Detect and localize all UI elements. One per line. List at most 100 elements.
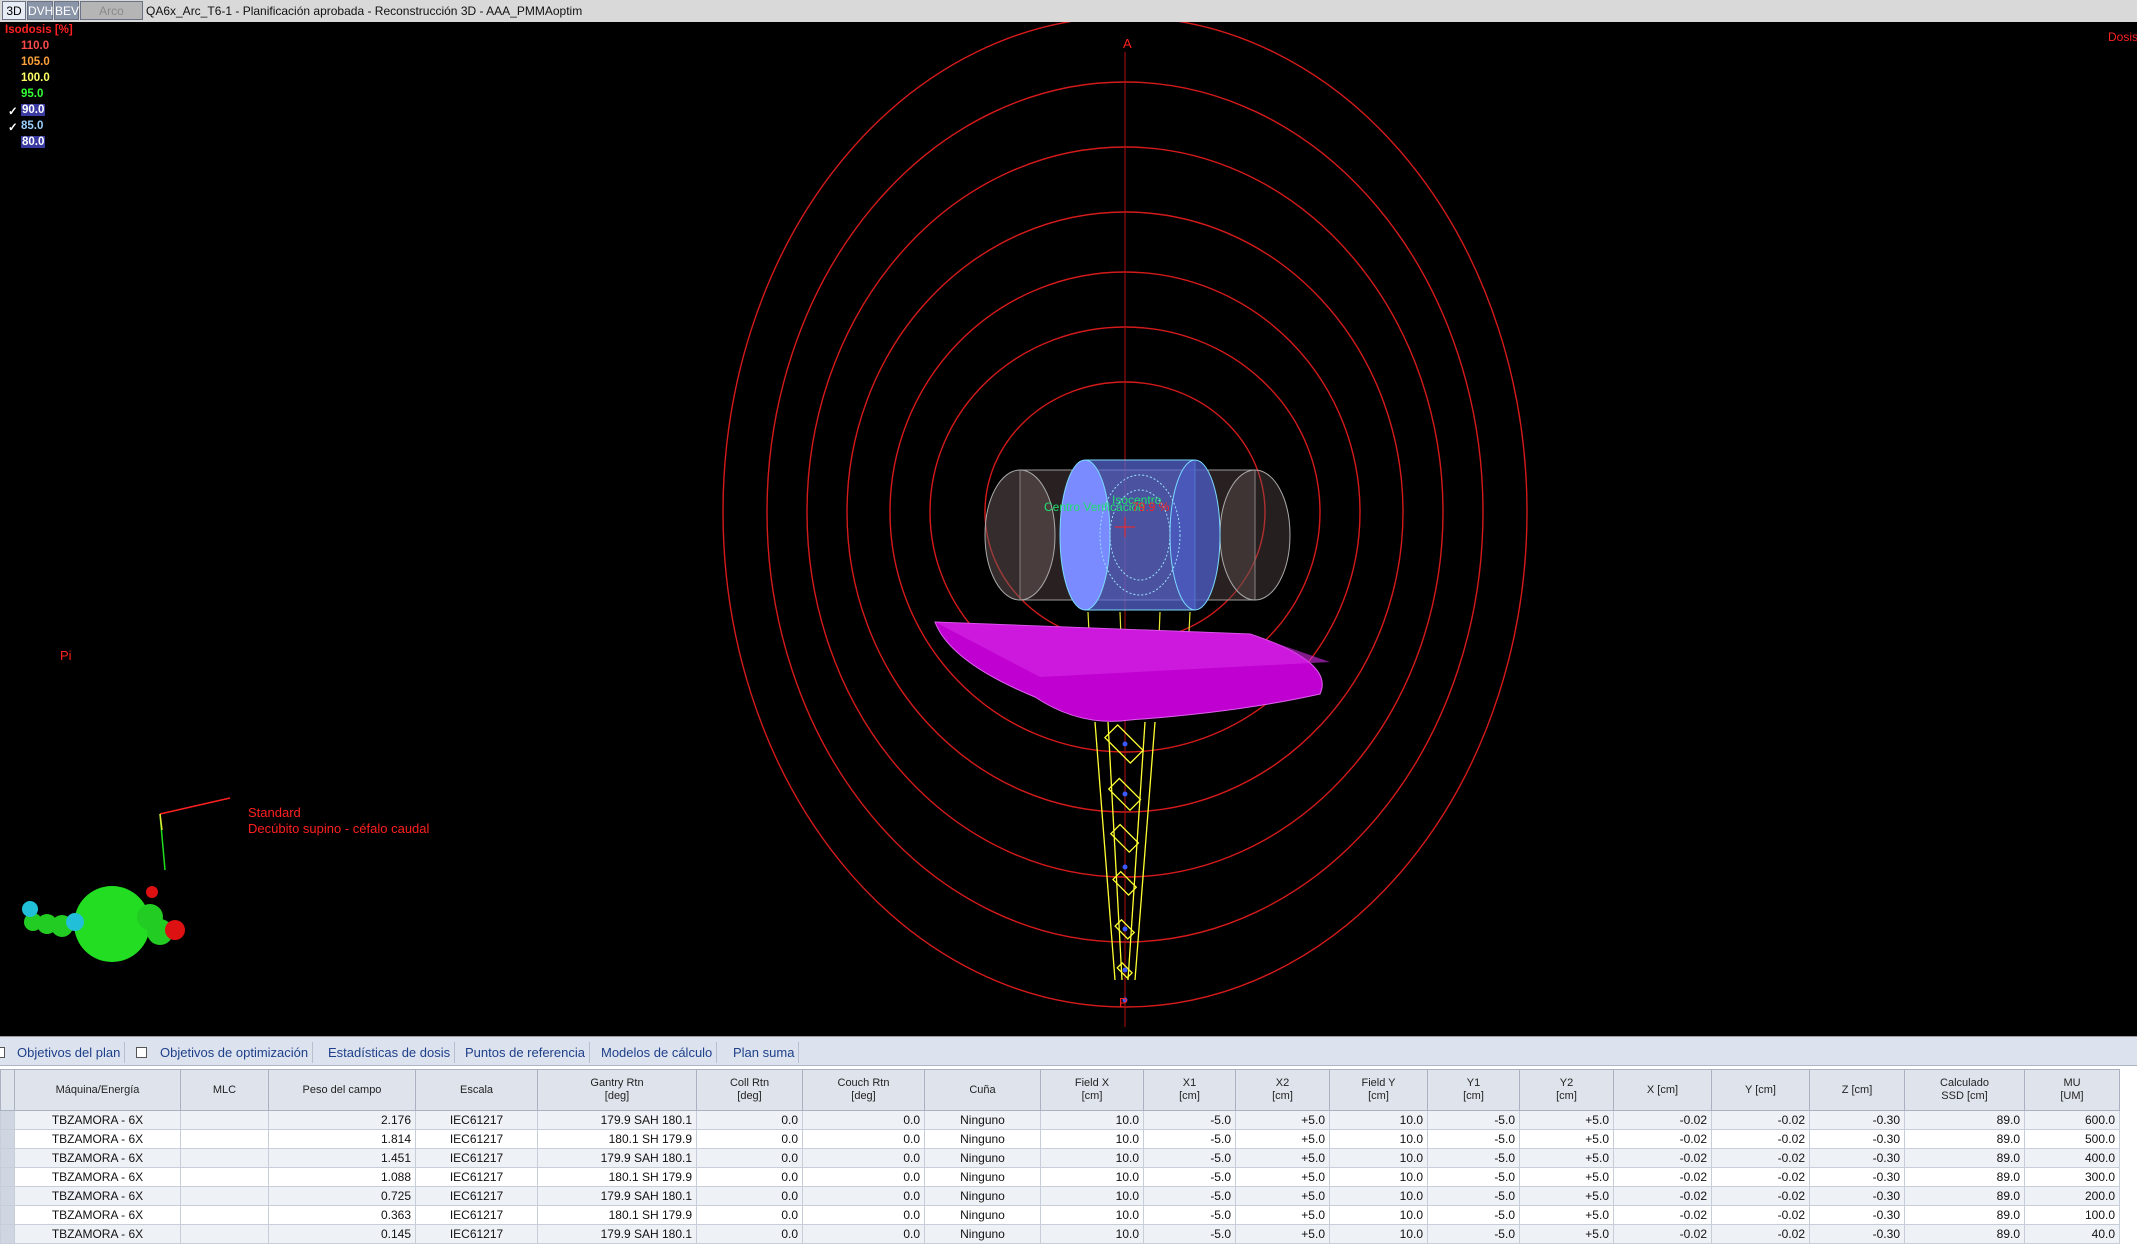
table-cell[interactable]: -0.30 [1809,1148,1905,1168]
table-cell[interactable] [180,1129,269,1149]
table-cell[interactable]: IEC61217 [415,1186,538,1206]
column-header[interactable]: X [cm] [1613,1069,1712,1111]
table-cell[interactable]: 89.0 [1904,1224,2025,1244]
tab-reference-points[interactable]: Puntos de referencia [461,1042,590,1063]
table-cell[interactable] [180,1186,269,1206]
tab-plan-goals[interactable]: Objetivos del plan [13,1042,126,1063]
isodose-level-105[interactable]: 105.0 [21,56,50,68]
column-header[interactable]: Field Y [cm] [1329,1069,1428,1111]
table-cell[interactable]: -5.0 [1143,1110,1236,1130]
table-cell[interactable]: TBZAMORA - 6X [14,1167,181,1187]
tab-3d[interactable]: 3D [2,1,26,20]
table-cell[interactable]: 180.1 SH 179.9 [537,1167,697,1187]
table-cell[interactable]: 10.0 [1040,1224,1144,1244]
table-cell[interactable]: 180.1 SH 179.9 [537,1205,697,1225]
table-cell[interactable]: 0.363 [268,1205,416,1225]
table-cell[interactable]: -5.0 [1427,1129,1520,1149]
table-cell[interactable]: +5.0 [1235,1205,1330,1225]
table-cell[interactable]: 500.0 [2024,1129,2120,1149]
row-selector[interactable] [0,1167,15,1187]
table-cell[interactable]: Ninguno [924,1186,1041,1206]
table-cell[interactable]: -5.0 [1143,1148,1236,1168]
table-row[interactable]: TBZAMORA - 6X 0.363 IEC61217 180.1 SH 179.9… [0,1205,2120,1225]
table-cell[interactable]: 0.0 [802,1224,925,1244]
table-cell[interactable]: -5.0 [1427,1110,1520,1130]
isodose-level-100[interactable]: 100.0 [21,72,50,84]
table-cell[interactable]: TBZAMORA - 6X [14,1224,181,1244]
table-cell[interactable]: 179.9 SAH 180.1 [537,1186,697,1206]
table-cell[interactable]: 10.0 [1040,1205,1144,1225]
tab-bev[interactable]: BEV [54,1,79,20]
table-cell[interactable]: IEC61217 [415,1110,538,1130]
isodose-level-95[interactable]: 95.0 [21,88,43,100]
table-cell[interactable]: -0.02 [1613,1224,1712,1244]
table-cell[interactable]: 2.176 [268,1110,416,1130]
column-header[interactable]: Couch Rtn [deg] [802,1069,925,1111]
column-header[interactable]: Field X [cm] [1040,1069,1144,1111]
table-cell[interactable] [180,1167,269,1187]
table-cell[interactable]: 10.0 [1040,1148,1144,1168]
table-cell[interactable]: 0.0 [802,1205,925,1225]
table-cell[interactable]: -0.02 [1711,1186,1810,1206]
column-header[interactable]: Máquina/Energía [14,1069,181,1111]
row-selector[interactable] [0,1205,15,1225]
table-cell[interactable]: 1.814 [268,1129,416,1149]
row-selector[interactable] [0,1148,15,1168]
table-cell[interactable]: 0.0 [696,1224,803,1244]
table-cell[interactable]: -0.02 [1711,1148,1810,1168]
table-cell[interactable]: +5.0 [1519,1186,1614,1206]
optimization-goals-checkbox[interactable] [136,1047,147,1058]
table-cell[interactable]: -5.0 [1143,1129,1236,1149]
table-cell[interactable]: -0.30 [1809,1129,1905,1149]
table-cell[interactable]: IEC61217 [415,1205,538,1225]
table-cell[interactable]: 0.0 [802,1110,925,1130]
table-cell[interactable]: 40.0 [2024,1224,2120,1244]
table-cell[interactable]: 10.0 [1329,1224,1428,1244]
table-cell[interactable]: +5.0 [1519,1129,1614,1149]
table-cell[interactable]: 89.0 [1904,1186,2025,1206]
table-cell[interactable]: IEC61217 [415,1148,538,1168]
table-cell[interactable]: -5.0 [1427,1167,1520,1187]
table-cell[interactable]: IEC61217 [415,1224,538,1244]
table-cell[interactable]: -5.0 [1427,1148,1520,1168]
isodose-check-90[interactable]: ✓ [8,104,18,118]
table-cell[interactable]: +5.0 [1235,1167,1330,1187]
table-cell[interactable]: -0.30 [1809,1167,1905,1187]
table-cell[interactable]: Ninguno [924,1224,1041,1244]
table-cell[interactable] [180,1110,269,1130]
table-cell[interactable]: TBZAMORA - 6X [14,1148,181,1168]
table-cell[interactable] [180,1224,269,1244]
table-cell[interactable]: +5.0 [1235,1148,1330,1168]
table-cell[interactable]: -5.0 [1427,1224,1520,1244]
table-cell[interactable]: -0.02 [1711,1205,1810,1225]
table-cell[interactable]: -0.02 [1711,1224,1810,1244]
column-header[interactable]: Calculado SSD [cm] [1904,1069,2025,1111]
isodose-check-85[interactable]: ✓ [8,120,18,134]
table-cell[interactable]: +5.0 [1519,1167,1614,1187]
table-cell[interactable]: +5.0 [1519,1205,1614,1225]
row-selector[interactable] [0,1110,15,1130]
table-cell[interactable]: -0.30 [1809,1224,1905,1244]
isodose-level-90[interactable]: 90.0 [21,104,46,116]
table-cell[interactable]: 0.0 [696,1167,803,1187]
column-header[interactable]: Z [cm] [1809,1069,1905,1111]
table-cell[interactable]: -5.0 [1143,1224,1236,1244]
table-cell[interactable]: +5.0 [1235,1186,1330,1206]
table-cell[interactable]: 600.0 [2024,1110,2120,1130]
table-cell[interactable]: Ninguno [924,1167,1041,1187]
table-cell[interactable]: -0.02 [1711,1129,1810,1149]
table-cell[interactable]: 180.1 SH 179.9 [537,1129,697,1149]
table-cell[interactable]: 0.0 [696,1205,803,1225]
column-header[interactable]: Y [cm] [1711,1069,1810,1111]
table-cell[interactable]: Ninguno [924,1205,1041,1225]
table-cell[interactable]: -5.0 [1143,1205,1236,1225]
row-selector[interactable] [0,1186,15,1206]
isodose-level-110[interactable]: 110.0 [21,40,49,52]
table-cell[interactable]: TBZAMORA - 6X [14,1205,181,1225]
table-cell[interactable]: -0.02 [1711,1110,1810,1130]
table-cell[interactable]: -5.0 [1427,1186,1520,1206]
table-cell[interactable]: -5.0 [1143,1186,1236,1206]
plan-goals-checkbox[interactable] [0,1047,5,1058]
table-cell[interactable]: 0.0 [802,1167,925,1187]
table-cell[interactable]: 0.0 [696,1148,803,1168]
